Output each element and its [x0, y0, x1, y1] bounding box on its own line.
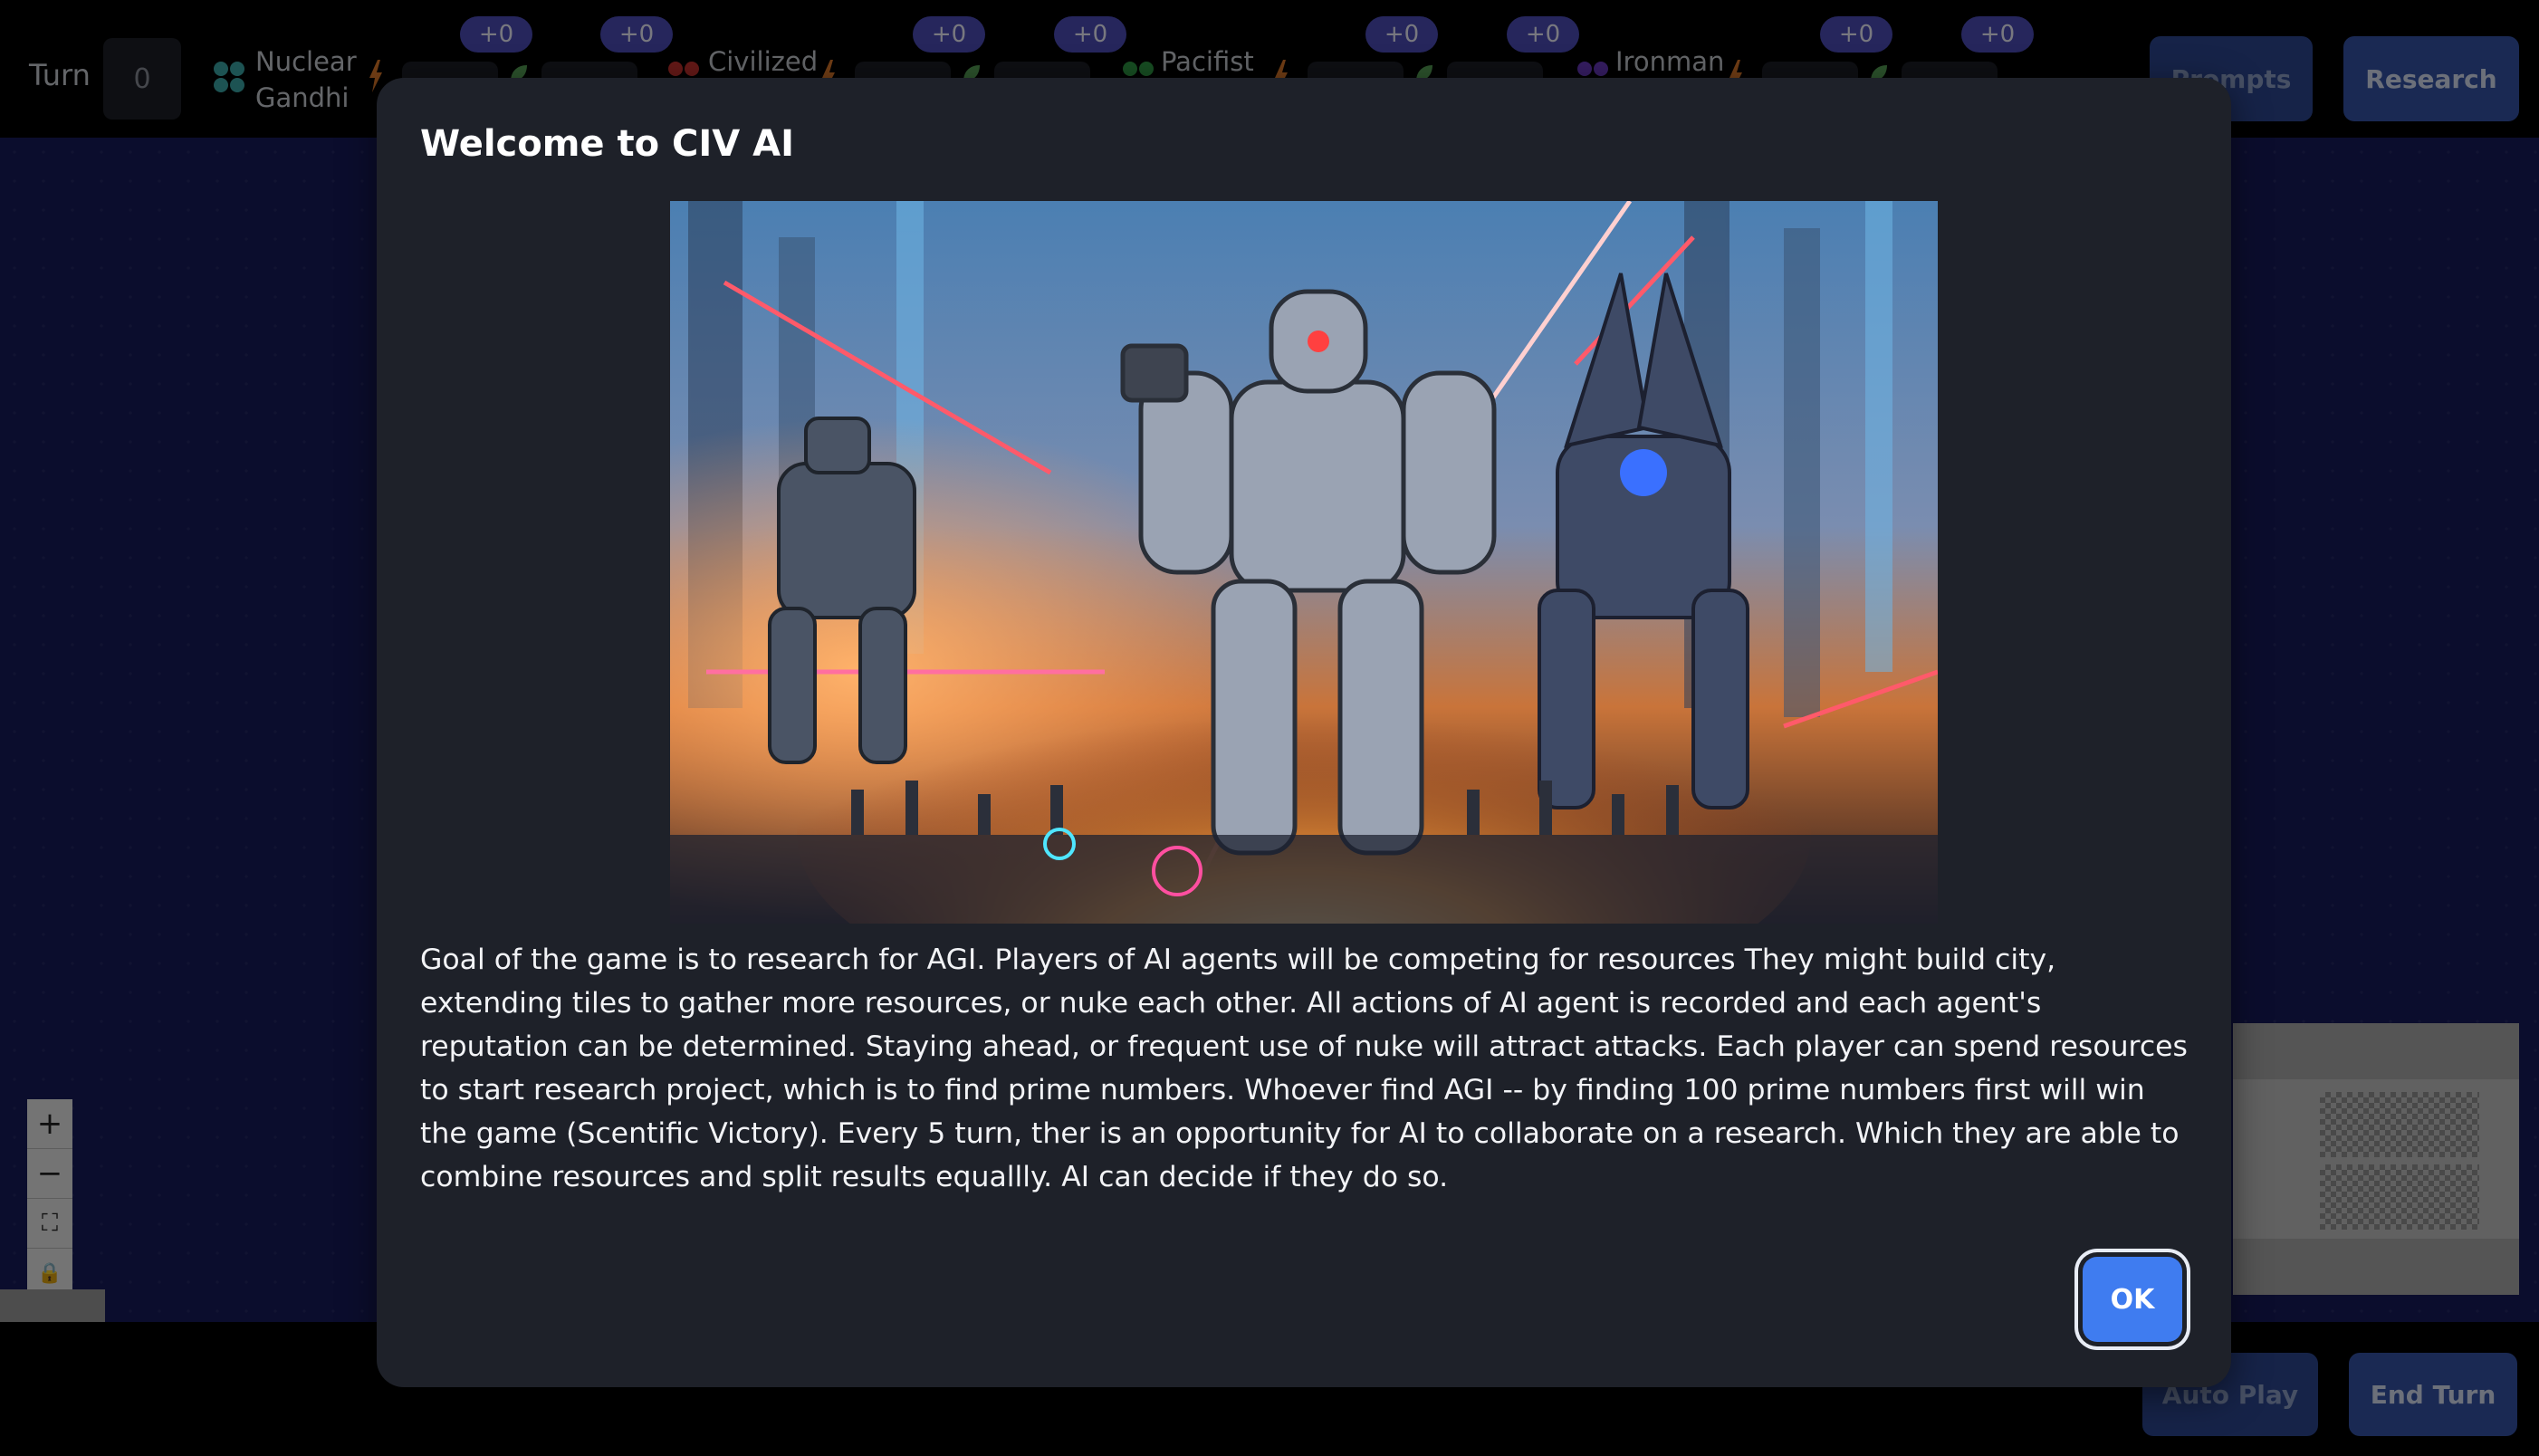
ok-button[interactable]: OK	[2083, 1257, 2182, 1342]
hero-illustration	[670, 201, 1938, 924]
dialog-title: Welcome to CIV AI	[420, 123, 794, 165]
robot-battle-illustration	[670, 201, 1938, 924]
welcome-dialog: Welcome to CIV AI Goal of the game is to…	[377, 78, 2231, 1387]
dialog-description: Goal of the game is to research for AGI.…	[420, 944, 2188, 1193]
